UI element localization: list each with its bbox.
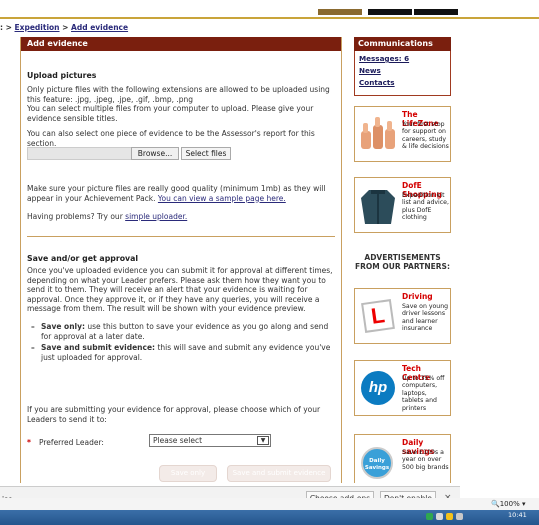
contacts-link[interactable]: Contacts	[359, 77, 446, 89]
nav-tab-2[interactable]	[368, 9, 412, 15]
system-tray	[426, 513, 486, 523]
select-value: Please select	[153, 436, 203, 445]
driving-ad[interactable]: L Driving Save on young driver lessons a…	[354, 288, 451, 344]
flag-icon[interactable]	[446, 513, 453, 520]
problems-notice: Having problems? Try our simple uploader…	[27, 212, 337, 222]
top-navigation-strip	[0, 0, 539, 22]
tech-centre-ad[interactable]: hp Tech Centre Up to 35% off computers, …	[354, 360, 451, 416]
assessor-report-text: You can also select one piece of evidenc…	[27, 129, 315, 148]
promo-desc: Your first stop for support on careers, …	[402, 121, 449, 151]
lifezone-promo[interactable]: The LifeZone Your first stop for support…	[354, 106, 451, 162]
thumbs-up-icon	[357, 113, 399, 155]
daily-savings-ad[interactable]: Daily Savings Daily savings Save £100s a…	[354, 434, 451, 483]
list-item: Save and submit evidence: this will save…	[31, 343, 331, 362]
problems-text: Having problems? Try our	[27, 212, 126, 221]
upload-intro-text: Only picture files with the following ex…	[27, 85, 330, 104]
save-only-button[interactable]: Save only	[159, 465, 217, 482]
add-evidence-panel: Add evidence Upload pictures Only pictur…	[20, 37, 342, 483]
panel-header: Add evidence	[21, 37, 341, 51]
save-only-desc: use this button to save your evidence as…	[41, 322, 329, 341]
taskbar-clock[interactable]: 10:41	[508, 512, 527, 519]
network-icon[interactable]	[426, 513, 433, 520]
browser-status-bar	[0, 498, 539, 510]
upload-multiple-text: You can select multiple files from your …	[27, 104, 314, 123]
list-item: Save only: use this button to save your …	[31, 322, 331, 341]
dofe-shopping-promo[interactable]: DofE Shopping Expedition kit list and ad…	[354, 177, 451, 233]
preferred-leader-select[interactable]: Please select ▼	[149, 434, 271, 447]
hp-logo-icon: hp	[357, 367, 399, 409]
daily-savings-badge-icon: Daily Savings	[357, 441, 399, 483]
breadcrumb-expedition-link[interactable]: Expedition	[15, 23, 60, 32]
quality-notice: Make sure your picture files are really …	[27, 184, 337, 203]
promo-desc: Expedition kit list and advice, plus Dof…	[402, 192, 449, 222]
nav-tab-3[interactable]	[414, 9, 458, 15]
zoom-value: 100%	[499, 500, 520, 508]
browse-button[interactable]: Browse...	[131, 147, 179, 160]
messages-link[interactable]: Messages: 6	[359, 53, 446, 65]
nav-tab-1[interactable]	[318, 9, 362, 15]
zoom-icon: 🔍	[491, 500, 500, 508]
required-marker: *	[27, 438, 31, 447]
display-icon[interactable]	[436, 513, 443, 520]
sample-page-link[interactable]: You can view a sample page here.	[158, 194, 286, 203]
breadcrumb-current-link[interactable]: Add evidence	[71, 23, 128, 32]
ad-desc: Save on young driver lessons and learner…	[402, 303, 449, 333]
l-plate-icon: L	[357, 295, 399, 337]
simple-uploader-link[interactable]: simple uploader.	[125, 212, 187, 221]
ad-desc: Save £100s a year on over 500 big brands	[402, 449, 449, 471]
volume-icon[interactable]	[456, 513, 463, 520]
select-files-button[interactable]: Select files	[181, 147, 231, 160]
l-plate-letter: L	[369, 302, 387, 329]
jacket-icon	[357, 184, 399, 226]
ad-title: Driving	[402, 292, 433, 301]
upload-pictures-heading: Upload pictures	[27, 71, 97, 80]
section-divider	[27, 236, 335, 237]
ad-desc: Up to 35% off computers, laptops, tablet…	[402, 375, 445, 412]
save-submit-button[interactable]: Save and submit evidence	[227, 465, 331, 482]
breadcrumb: : > Expedition > Add evidence	[0, 23, 128, 35]
chevron-down-icon[interactable]: ▼	[257, 436, 269, 445]
breadcrumb-separator: >	[59, 23, 72, 32]
sidebar: Communications Messages: 6 News Contacts…	[354, 37, 451, 483]
save-approval-heading: Save and/or get approval	[27, 254, 139, 263]
leaders-instruction: If you are submitting your evidence for …	[27, 405, 321, 424]
communications-header: Communications	[354, 37, 451, 51]
advertisements-heading: ADVERTISEMENTS FROM OUR PARTNERS:	[355, 253, 450, 271]
news-link[interactable]: News	[359, 65, 446, 77]
daily-badge-text: Daily Savings	[361, 447, 393, 479]
save-only-term: Save only:	[41, 322, 86, 331]
communications-box: Messages: 6 News Contacts	[354, 51, 451, 96]
approval-description: Once you've uploaded evidence you can su…	[27, 266, 333, 314]
hp-logo-text: hp	[361, 371, 395, 405]
save-submit-term: Save and submit evidence:	[41, 343, 156, 353]
zoom-level[interactable]: 🔍100% ▾	[491, 500, 525, 508]
preferred-leader-label: Preferred Leader:	[39, 438, 104, 447]
chevron-down-icon[interactable]: ▾	[520, 500, 526, 508]
save-options-list: Save only: use this button to save your …	[31, 322, 331, 364]
breadcrumb-prefix: : >	[0, 23, 15, 32]
gold-divider	[0, 17, 539, 19]
